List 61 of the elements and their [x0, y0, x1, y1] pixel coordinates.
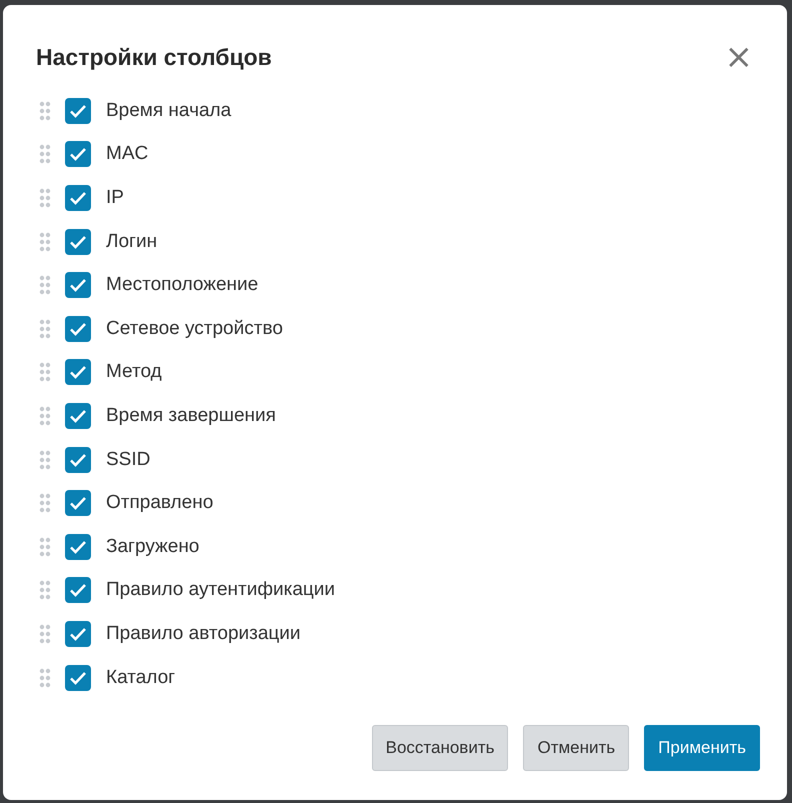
column-label: Отправлено: [106, 492, 214, 514]
close-button[interactable]: ×: [724, 43, 753, 71]
column-label: Время завершения: [106, 404, 276, 427]
drag-handle-icon[interactable]: [39, 668, 51, 688]
column-label: SSID: [106, 448, 150, 471]
column-label: Загружено: [106, 536, 200, 558]
column-label: Сетевое устройство: [106, 318, 283, 340]
drag-handle-icon[interactable]: [39, 493, 51, 514]
checkbox[interactable]: [65, 577, 91, 604]
drag-handle-icon[interactable]: [39, 275, 51, 296]
checkbox[interactable]: [65, 272, 91, 298]
drag-handle-icon[interactable]: [39, 580, 51, 600]
drag-handle-icon[interactable]: [39, 450, 51, 470]
column-label: Время начала: [106, 100, 232, 122]
check-icon: [69, 147, 87, 162]
drag-handle-icon[interactable]: [39, 318, 51, 339]
checkbox[interactable]: [65, 446, 91, 473]
drag-handle-icon[interactable]: [39, 100, 51, 121]
column-label: MAC: [106, 143, 148, 166]
checkbox[interactable]: [65, 98, 91, 124]
check-icon: [69, 234, 87, 249]
drag-handle-icon[interactable]: [39, 362, 51, 382]
column-label: Правило аутентификации: [106, 579, 336, 602]
check-icon: [69, 365, 87, 380]
column-label: IP: [106, 186, 124, 209]
drag-handle-icon[interactable]: [39, 536, 51, 557]
check-icon: [69, 496, 87, 510]
check-icon: [69, 626, 87, 641]
drag-handle-icon[interactable]: [39, 232, 51, 252]
checkbox[interactable]: [65, 534, 91, 560]
drag-handle-icon[interactable]: [39, 406, 51, 426]
checkbox[interactable]: [65, 620, 91, 647]
dialog-title: Настройки столбцов: [36, 44, 272, 70]
column-label: Местоположение: [106, 274, 258, 296]
checkbox[interactable]: [65, 316, 91, 342]
apply-button[interactable]: Применить: [644, 725, 760, 771]
drag-handle-icon[interactable]: [39, 624, 51, 644]
dialog-button[interactable]: Восстановить: [372, 725, 508, 771]
column-label: Правило авторизации: [106, 622, 301, 645]
check-icon: [69, 104, 87, 118]
checkbox[interactable]: [65, 664, 91, 691]
check-icon: [69, 408, 87, 423]
checkbox[interactable]: [65, 228, 91, 255]
checkbox[interactable]: [65, 184, 91, 211]
dialog-button[interactable]: Отменить: [523, 725, 630, 771]
check-icon: [69, 452, 87, 467]
check-icon: [69, 322, 87, 336]
checkbox[interactable]: [65, 141, 91, 168]
column-label: Каталог: [106, 666, 176, 689]
checkbox[interactable]: [65, 490, 91, 516]
check-icon: [69, 583, 87, 598]
column-label: Логин: [106, 230, 158, 253]
checkbox[interactable]: [65, 402, 91, 429]
drag-handle-icon[interactable]: [39, 188, 51, 208]
check-icon: [69, 670, 87, 685]
checkbox[interactable]: [65, 359, 91, 386]
column-label: Метод: [106, 361, 162, 384]
drag-handle-icon[interactable]: [39, 144, 51, 164]
check-icon: [69, 190, 87, 205]
check-icon: [69, 278, 87, 292]
check-icon: [69, 540, 87, 554]
